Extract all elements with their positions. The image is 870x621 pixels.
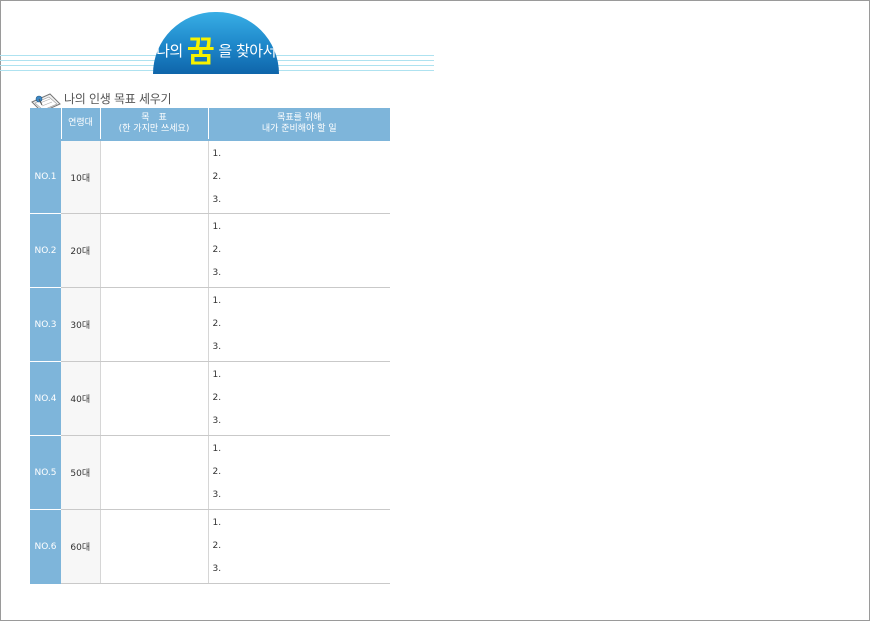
row-age: 10대 xyxy=(61,139,101,214)
prep-cell[interactable]: 1. 2. 3. xyxy=(208,509,390,584)
prep-item: 1. xyxy=(212,370,222,380)
goal-cell[interactable] xyxy=(100,287,209,362)
goal-cell[interactable] xyxy=(100,361,209,436)
row-number: NO.3 xyxy=(30,287,61,362)
goal-table: 연령대 목 표 (한 가지만 쓰세요) 목표를 위해 내가 준비해야 할 일 NO.… xyxy=(30,108,390,584)
prep-item: 3. xyxy=(212,194,222,205)
prep-cell[interactable]: 1. 2. 3. xyxy=(208,435,390,510)
prep-item: 1. xyxy=(212,296,222,306)
prep-cell[interactable]: 1. 2. 3. xyxy=(208,361,390,436)
prep-item: 2. xyxy=(212,171,222,182)
prep-item: 2. xyxy=(212,541,222,551)
row-age: 50대 xyxy=(61,435,101,510)
row-number: NO.4 xyxy=(30,361,61,436)
prep-item: 1. xyxy=(212,148,222,159)
title-highlight: 꿈 xyxy=(187,35,215,70)
prep-item: 2. xyxy=(212,467,222,477)
row-age: 20대 xyxy=(61,213,101,288)
column-header-age: 연령대 xyxy=(60,108,100,140)
table-row: NO.3 30대 1. 2. 3. xyxy=(30,287,390,362)
section-title: 나의 인생 목표 세우기 xyxy=(64,92,172,106)
row-age: 30대 xyxy=(61,287,101,362)
row-number: NO.5 xyxy=(30,435,61,510)
page-title: 나의 꿈 을 찾아서 xyxy=(153,38,279,68)
prep-item: 3. xyxy=(212,268,222,278)
title-post: 을 찾아서 xyxy=(218,42,276,60)
row-number: NO.2 xyxy=(30,213,61,288)
row-number: NO.6 xyxy=(30,509,61,584)
prep-item: 2. xyxy=(212,245,222,255)
prep-item: 2. xyxy=(212,393,222,403)
prep-item: 1. xyxy=(212,222,222,232)
prep-item: 3. xyxy=(212,490,222,500)
prep-item: 3. xyxy=(212,342,222,352)
column-header-prep: 목표를 위해 내가 준비해야 할 일 xyxy=(207,108,390,140)
prep-item: 3. xyxy=(212,564,222,574)
goal-cell[interactable] xyxy=(100,435,209,510)
prep-cell[interactable]: 1. 2. 3. xyxy=(208,287,390,362)
goal-cell[interactable] xyxy=(100,509,209,584)
title-pre: 나의 xyxy=(156,42,183,60)
row-age: 40대 xyxy=(61,361,101,436)
table-header-row: 연령대 목 표 (한 가지만 쓰세요) 목표를 위해 내가 준비해야 할 일 xyxy=(30,108,390,140)
table-row: NO.1 10대 1. 2. 3. xyxy=(30,139,390,214)
table-row: NO.6 60대 1. 2. 3. xyxy=(30,509,390,584)
row-number: NO.1 xyxy=(30,140,61,214)
column-header-no xyxy=(30,108,61,140)
prep-item: 2. xyxy=(212,319,222,329)
table-row: NO.4 40대 1. 2. 3. xyxy=(30,361,390,436)
row-age: 60대 xyxy=(61,509,101,584)
column-header-goal: 목 표 (한 가지만 쓰세요) xyxy=(99,108,208,140)
prep-cell[interactable]: 1. 2. 3. xyxy=(208,139,390,214)
prep-item: 1. xyxy=(212,444,222,454)
prep-item: 1. xyxy=(212,518,222,528)
table-row: NO.5 50대 1. 2. 3. xyxy=(30,435,390,510)
prep-cell[interactable]: 1. 2. 3. xyxy=(208,213,390,288)
table-row: NO.2 20대 1. 2. 3. xyxy=(30,213,390,288)
goal-cell[interactable] xyxy=(100,139,209,214)
prep-item: 3. xyxy=(212,416,222,426)
goal-cell[interactable] xyxy=(100,213,209,288)
